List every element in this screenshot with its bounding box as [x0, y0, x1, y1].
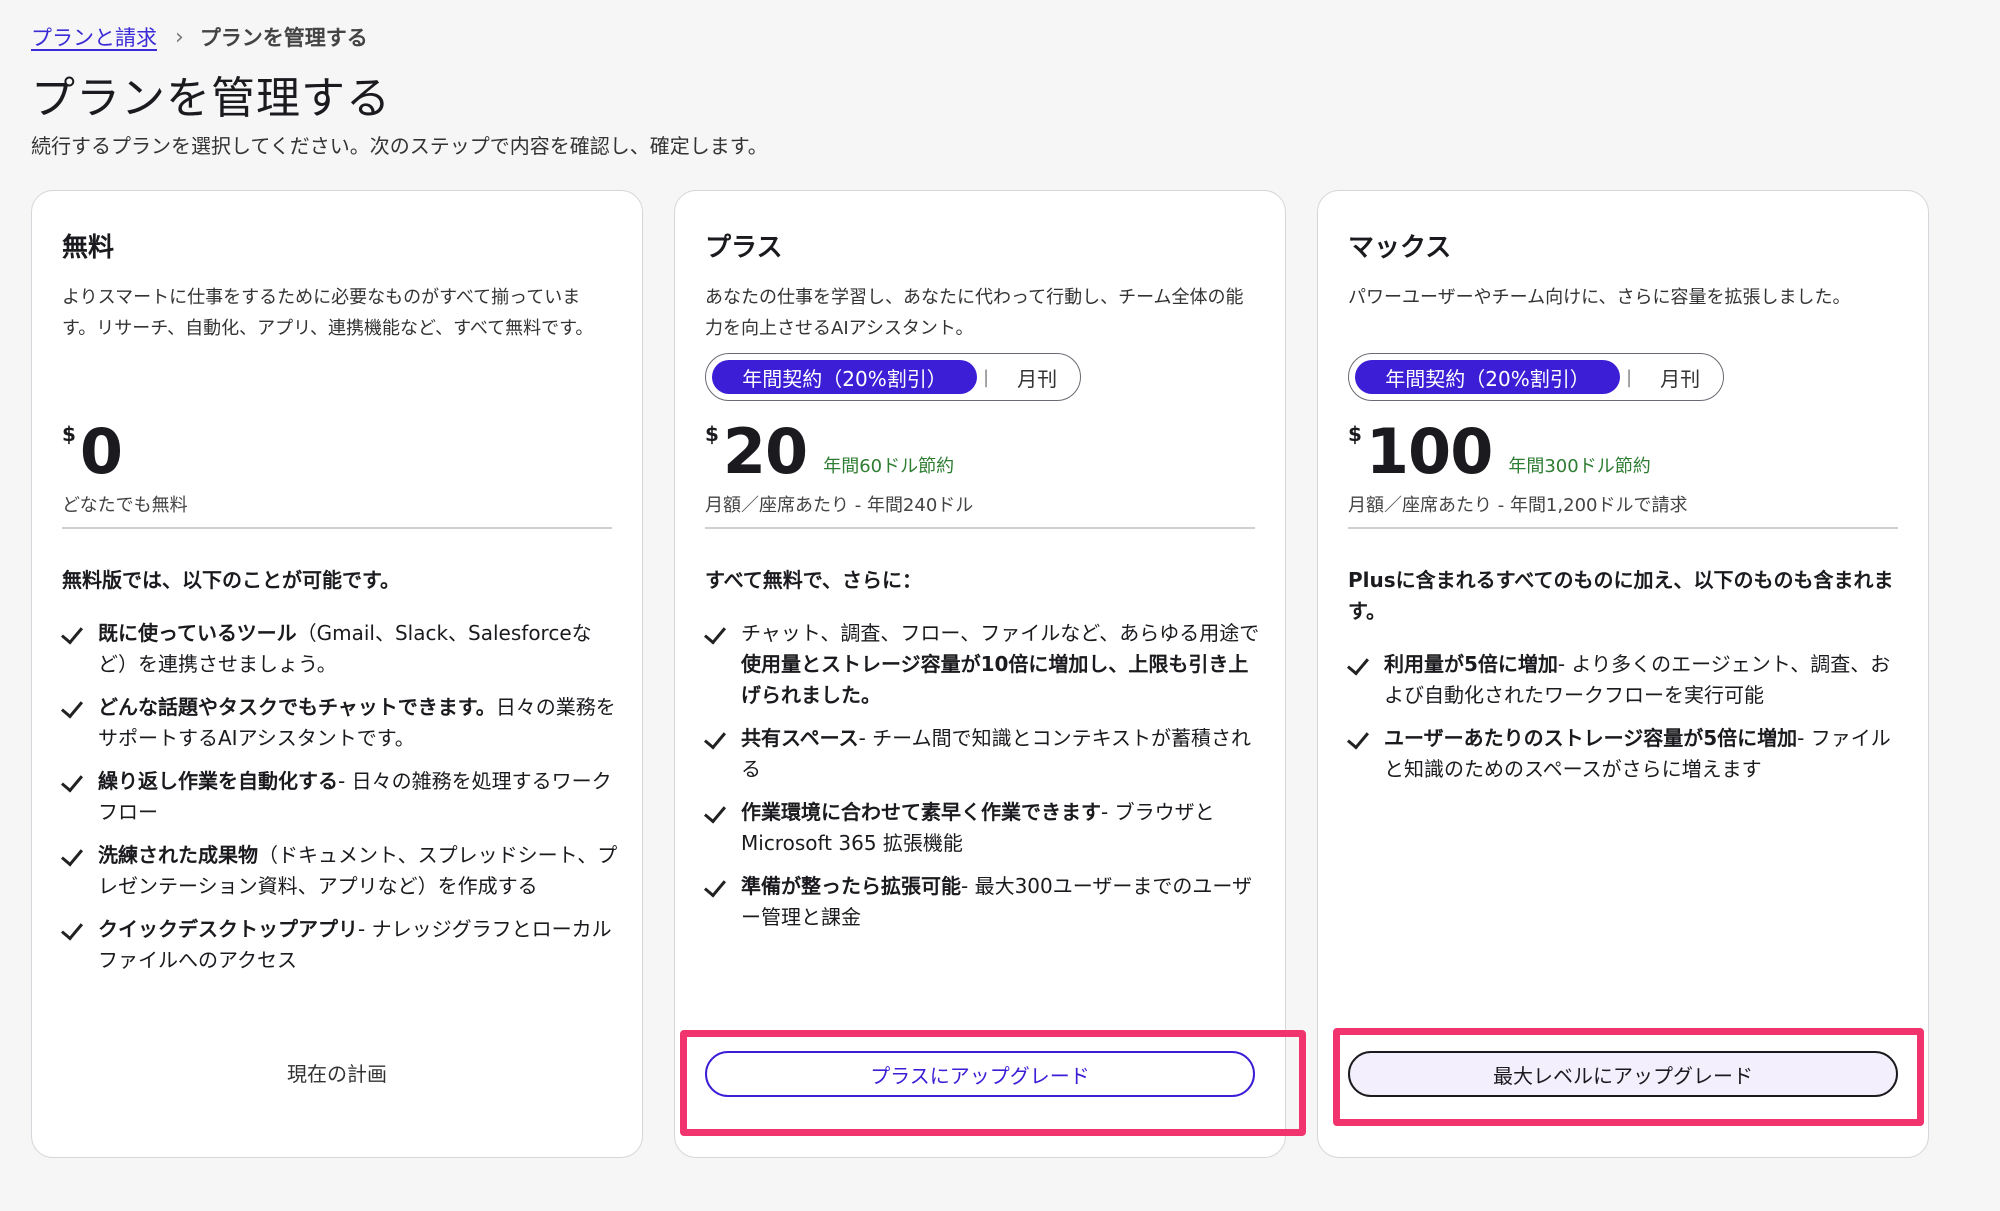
checkmark-icon	[1348, 723, 1384, 754]
feature-text: どんな話題やタスクでもチャットできます。日々の業務をサポートするAIアシスタント…	[98, 695, 616, 750]
plan-description: パワーユーザーやチーム向けに、さらに容量を拡張しました。	[1348, 287, 1851, 308]
toggle-annual[interactable]: 年間契約（20%割引）	[1355, 360, 1620, 394]
price-note: どなたでも無料	[62, 495, 188, 516]
billing-period-toggle: 年間契約（20%割引） | 月刊	[1348, 353, 1724, 401]
checkmark-icon	[1348, 649, 1384, 680]
page-title: プランを管理する	[31, 73, 391, 124]
saving-note: 年間300ドル節約	[1508, 456, 1651, 477]
feature-list: 既に使っているツール（Gmail、Slack、Salesforceなど）を連携さ…	[62, 618, 620, 988]
current-plan-label: 現在の計画	[287, 1062, 387, 1086]
checkmark-icon	[705, 797, 741, 828]
feature-text: 既に使っているツール（Gmail、Slack、Salesforceなど）を連携さ…	[98, 621, 592, 676]
plan-name: 無料	[62, 233, 115, 263]
plan-name: プラス	[705, 233, 783, 263]
divider	[1348, 527, 1898, 529]
list-item: ユーザーあたりのストレージ容量が5倍に増加- ファイルと知識のためのスペースがさ…	[1348, 723, 1906, 785]
checkmark-icon	[62, 618, 98, 649]
checkmark-icon	[705, 723, 741, 754]
toggle-separator: |	[983, 366, 990, 388]
highlight-box-plus	[680, 1030, 1306, 1136]
feature-text: 共有スペース- チーム間で知識とコンテキストが蓄積される	[741, 726, 1251, 781]
features-heading: 無料版では、以下のことが可能です。	[62, 568, 400, 592]
chevron-right-icon: ›	[175, 24, 184, 50]
list-item: 利用量が5倍に増加- より多くのエージェント、調査、および自動化されたワークフロ…	[1348, 649, 1906, 711]
page-subtitle: 続行するプランを選択してください。次のステップで内容を確認し、確定します。	[31, 134, 768, 158]
checkmark-icon	[705, 871, 741, 902]
billing-period-toggle: 年間契約（20%割引） | 月刊	[705, 353, 1081, 401]
list-item: 洗練された成果物（ドキュメント、スプレッドシート、プレゼンテーション資料、アプリ…	[62, 840, 620, 902]
checkmark-icon	[62, 914, 98, 945]
list-item: 繰り返し作業を自動化する- 日々の雑務を処理するワークフロー	[62, 766, 620, 828]
price-row: $ 0	[62, 415, 123, 488]
feature-text: 作業環境に合わせて素早く作業できます- ブラウザとMicrosoft 365 拡…	[741, 800, 1215, 855]
currency-symbol: $	[1348, 422, 1362, 446]
saving-note: 年間60ドル節約	[823, 456, 955, 477]
list-item: 作業環境に合わせて素早く作業できます- ブラウザとMicrosoft 365 拡…	[705, 797, 1263, 859]
feature-list: チャット、調査、フロー、ファイルなど、あらゆる用途で使用量とストレージ容量が10…	[705, 618, 1263, 945]
feature-text: 繰り返し作業を自動化する- 日々の雑務を処理するワークフロー	[98, 769, 612, 824]
plan-card-free: 無料 よりスマートに仕事をするために必要なものがすべて揃っています。リサーチ、自…	[31, 190, 643, 1158]
divider	[705, 527, 1255, 529]
currency-symbol: $	[705, 422, 719, 446]
price-value: 0	[79, 415, 123, 488]
price-note: 月額／座席あたり - 年間1,200ドルで請求	[1348, 495, 1688, 516]
feature-text: 利用量が5倍に増加- より多くのエージェント、調査、および自動化されたワークフロ…	[1384, 652, 1891, 707]
checkmark-icon	[62, 692, 98, 723]
list-item: どんな話題やタスクでもチャットできます。日々の業務をサポートするAIアシスタント…	[62, 692, 620, 754]
plan-card-max: マックス パワーユーザーやチーム向けに、さらに容量を拡張しました。 年間契約（2…	[1317, 190, 1929, 1158]
features-heading: Plusに含まれるすべてのものに加え、以下のものも含まれます。	[1348, 568, 1894, 623]
toggle-monthly[interactable]: 月刊	[1017, 363, 1057, 392]
toggle-monthly[interactable]: 月刊	[1660, 363, 1700, 392]
feature-text: クイックデスクトップアプリ- ナレッジグラフとローカルファイルへのアクセス	[98, 917, 612, 972]
price-row: $ 20 年間60ドル節約	[705, 416, 954, 488]
feature-text: 準備が整ったら拡張可能- 最大300ユーザーまでのユーザー管理と課金	[741, 874, 1252, 929]
features-heading: すべて無料で、さらに：	[705, 568, 922, 592]
price-value: 100	[1365, 415, 1493, 488]
breadcrumb-link-plans-billing[interactable]: プランと請求	[31, 22, 157, 52]
plan-name: マックス	[1348, 233, 1452, 263]
toggle-separator: |	[1626, 366, 1633, 388]
list-item: チャット、調査、フロー、ファイルなど、あらゆる用途で使用量とストレージ容量が10…	[705, 618, 1263, 711]
plan-card-plus: プラス あなたの仕事を学習し、あなたに代わって行動し、チーム全体の能力を向上させ…	[674, 190, 1286, 1158]
plan-description: よりスマートに仕事をするために必要なものがすべて揃っています。リサーチ、自動化、…	[62, 287, 594, 339]
list-item: クイックデスクトップアプリ- ナレッジグラフとローカルファイルへのアクセス	[62, 914, 620, 976]
plan-description: あなたの仕事を学習し、あなたに代わって行動し、チーム全体の能力を向上させるAIア…	[705, 287, 1244, 339]
checkmark-icon	[62, 766, 98, 797]
price-value: 20	[722, 415, 808, 488]
feature-list: 利用量が5倍に増加- より多くのエージェント、調査、および自動化されたワークフロ…	[1348, 649, 1906, 797]
divider	[62, 527, 612, 529]
currency-symbol: $	[62, 422, 76, 446]
highlight-box-max	[1333, 1028, 1924, 1126]
checkmark-icon	[705, 618, 741, 649]
breadcrumb-current: プランを管理する	[199, 26, 368, 50]
toggle-annual[interactable]: 年間契約（20%割引）	[712, 360, 977, 394]
feature-text: 洗練された成果物（ドキュメント、スプレッドシート、プレゼンテーション資料、アプリ…	[98, 843, 618, 898]
list-item: 共有スペース- チーム間で知識とコンテキストが蓄積される	[705, 723, 1263, 785]
list-item: 既に使っているツール（Gmail、Slack、Salesforceなど）を連携さ…	[62, 618, 620, 680]
checkmark-icon	[62, 840, 98, 871]
feature-text: チャット、調査、フロー、ファイルなど、あらゆる用途で使用量とストレージ容量が10…	[741, 621, 1260, 707]
price-note: 月額／座席あたり - 年間240ドル	[705, 495, 974, 516]
breadcrumb: プランと請求 › プランを管理する	[31, 22, 368, 52]
feature-text: ユーザーあたりのストレージ容量が5倍に増加- ファイルと知識のためのスペースがさ…	[1384, 726, 1891, 781]
list-item: 準備が整ったら拡張可能- 最大300ユーザーまでのユーザー管理と課金	[705, 871, 1263, 933]
price-row: $ 100 年間300ドル節約	[1348, 416, 1651, 488]
